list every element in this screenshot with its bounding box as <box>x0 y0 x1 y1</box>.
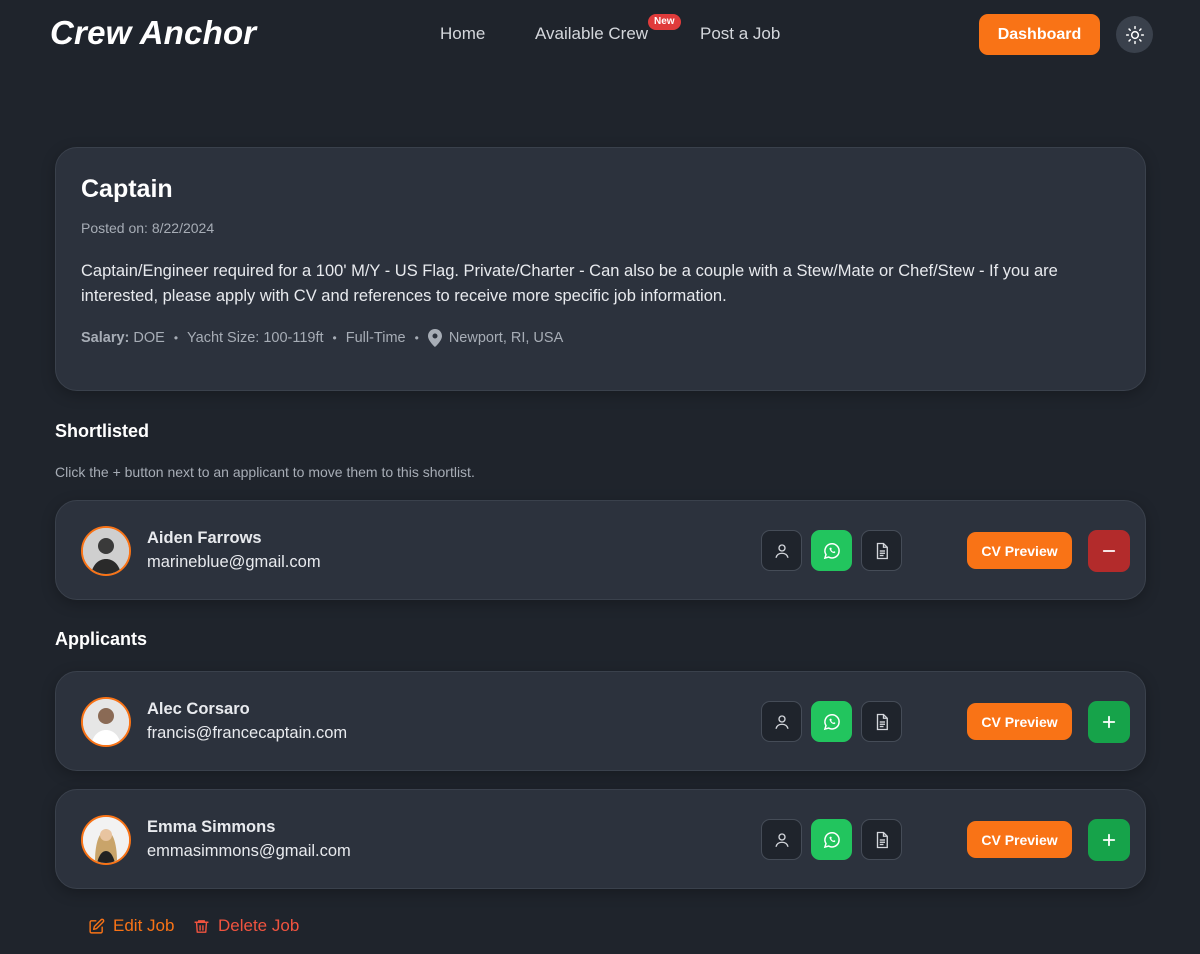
user-icon <box>774 543 789 558</box>
separator-dot: • <box>332 331 337 345</box>
edit-icon <box>89 918 105 934</box>
shortlist-hint: Click the + button next to an applicant … <box>55 464 475 480</box>
theme-toggle-button[interactable] <box>1116 16 1153 53</box>
job-meta: Salary: DOE • Yacht Size: 100-119ft • Fu… <box>81 329 563 347</box>
add-to-shortlist-button[interactable] <box>1088 701 1130 743</box>
view-documents-button[interactable] <box>861 701 902 742</box>
nav-home[interactable]: Home <box>440 24 485 44</box>
document-icon <box>876 542 888 559</box>
separator-dot: • <box>173 331 179 345</box>
avatar <box>81 697 131 747</box>
edit-job-link[interactable]: Edit Job <box>88 916 174 936</box>
applicant-name: Alec Corsaro <box>147 700 250 718</box>
salary-value: DOE <box>133 330 165 346</box>
plus-icon <box>1102 833 1116 847</box>
view-profile-button[interactable] <box>761 530 802 571</box>
salary-label: Salary: <box>81 330 130 346</box>
new-badge: New <box>648 14 681 30</box>
whatsapp-icon <box>823 542 840 559</box>
applicants-heading: Applicants <box>55 629 148 649</box>
remove-from-shortlist-button[interactable] <box>1088 530 1130 572</box>
applicant-name: Emma Simmons <box>147 818 276 836</box>
shortlisted-heading: Shortlisted <box>55 421 150 441</box>
applicant-email: francis@francecaptain.com <box>147 724 348 742</box>
top-navbar: Crew Anchor Home Available Crew Post a J… <box>0 0 1200 70</box>
separator-dot: • <box>414 331 419 345</box>
view-profile-button[interactable] <box>761 701 802 742</box>
nav-available-crew[interactable]: Available Crew <box>535 24 648 44</box>
edit-job-label: Edit Job <box>113 916 175 935</box>
cv-preview-button[interactable]: CV Preview <box>967 821 1072 858</box>
minus-icon <box>1102 550 1116 552</box>
job-title: Captain <box>81 175 173 203</box>
cv-preview-button[interactable]: CV Preview <box>967 532 1072 569</box>
document-icon <box>876 831 888 848</box>
view-profile-button[interactable] <box>761 819 802 860</box>
user-icon <box>774 714 789 729</box>
delete-job-label: Delete Job <box>218 916 300 935</box>
applicant-card: Alec Corsaro francis@francecaptain.com C… <box>55 671 1146 771</box>
user-icon <box>774 832 789 847</box>
trash-icon <box>194 919 209 933</box>
nav-post-a-job[interactable]: Post a Job <box>700 24 780 44</box>
avatar <box>81 815 131 865</box>
plus-icon <box>1102 715 1116 729</box>
whatsapp-button[interactable] <box>811 819 852 860</box>
whatsapp-icon <box>823 713 840 730</box>
view-documents-button[interactable] <box>861 530 902 571</box>
applicant-email: emmasimmons@gmail.com <box>147 842 351 860</box>
add-to-shortlist-button[interactable] <box>1088 819 1130 861</box>
applicant-card: Emma Simmons emmasimmons@gmail.com CV Pr… <box>55 789 1146 889</box>
location-pin-icon <box>427 329 442 347</box>
sun-icon <box>1125 25 1144 44</box>
yacht-size: Yacht Size: 100-119ft <box>187 330 324 346</box>
cv-preview-button[interactable]: CV Preview <box>967 703 1072 740</box>
avatar <box>81 526 131 576</box>
delete-job-link[interactable]: Delete Job <box>193 916 299 936</box>
document-icon <box>876 713 888 730</box>
applicant-name: Aiden Farrows <box>147 529 262 547</box>
whatsapp-button[interactable] <box>811 701 852 742</box>
shortlisted-applicant-card: Aiden Farrows marineblue@gmail.com CV Pr… <box>55 500 1146 600</box>
job-description: Captain/Engineer required for a 100' M/Y… <box>81 262 1058 305</box>
whatsapp-icon <box>823 831 840 848</box>
posted-date: Posted on: 8/22/2024 <box>81 220 215 236</box>
view-documents-button[interactable] <box>861 819 902 860</box>
employment-type: Full-Time <box>345 330 406 346</box>
job-location: Newport, RI, USA <box>448 330 564 346</box>
job-details-card: Captain Posted on: 8/22/2024 Captain/Eng… <box>55 147 1146 391</box>
whatsapp-button[interactable] <box>811 530 852 571</box>
applicant-email: marineblue@gmail.com <box>147 553 321 571</box>
dashboard-button[interactable]: Dashboard <box>979 14 1100 55</box>
